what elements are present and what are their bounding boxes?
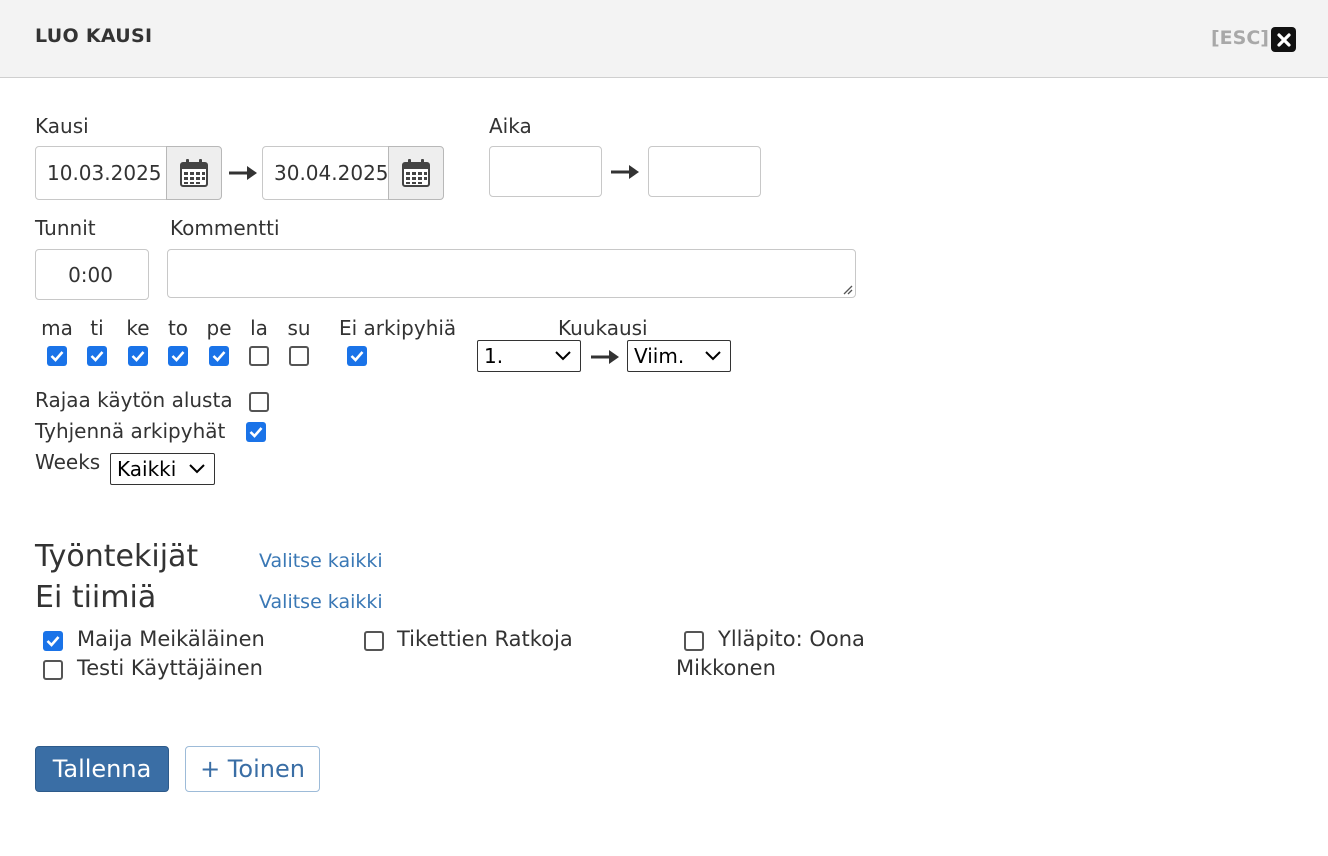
weeks-label: Weeks: [35, 450, 101, 474]
period-label: Kausi: [35, 114, 89, 138]
limit-start-checkbox[interactable]: [249, 392, 269, 412]
clear-holidays-checkbox[interactable]: [246, 422, 266, 442]
weekday-checkbox-to[interactable]: [168, 346, 188, 366]
employee-name-continued: Mikkonen: [676, 656, 776, 680]
month-label: Kuukausi: [558, 316, 648, 340]
save-button[interactable]: Tallenna: [35, 746, 169, 792]
month-to-value: Viim.: [634, 344, 685, 368]
employee-name: Tikettien Ratkoja: [397, 627, 573, 651]
weekday-label-to: to: [167, 316, 189, 340]
comment-label: Kommentti: [170, 216, 280, 240]
hours-label: Tunnit: [35, 216, 96, 240]
employees-heading: Työntekijät: [35, 539, 199, 574]
weekday-label-ma: ma: [41, 316, 73, 340]
month-from-select[interactable]: 1.: [477, 340, 581, 372]
employee-checkbox[interactable]: [43, 660, 63, 680]
arrow-right-icon: [229, 166, 257, 180]
weekday-checkbox-su[interactable]: [289, 346, 309, 366]
no-holidays-checkbox[interactable]: [347, 346, 367, 366]
checkmark-icon: [46, 636, 60, 647]
checkmark-icon: [131, 351, 145, 362]
employee-checkbox[interactable]: [364, 631, 384, 651]
start-date-value: 10.03.2025: [47, 161, 162, 185]
time-label: Aika: [489, 114, 532, 138]
close-icon: [1276, 32, 1291, 47]
month-from-value: 1.: [484, 344, 504, 368]
weekday-label-ke: ke: [126, 316, 150, 340]
no-holidays-label: Ei arkipyhiä: [339, 316, 457, 340]
checkmark-icon: [90, 351, 104, 362]
close-button[interactable]: [1271, 27, 1296, 52]
start-date-input[interactable]: 10.03.2025: [35, 146, 171, 200]
dialog-title: LUO KAUSI: [35, 25, 153, 47]
end-date-input[interactable]: 30.04.2025: [262, 146, 394, 200]
weekday-label-la: la: [250, 316, 268, 340]
weekday-checkbox-la[interactable]: [249, 346, 269, 366]
weekday-checkbox-ti[interactable]: [87, 346, 107, 366]
end-date-value: 30.04.2025: [274, 161, 389, 185]
hours-value: 0:00: [68, 263, 113, 287]
esc-hint: [ESC]: [1211, 27, 1269, 49]
chevron-down-icon: [705, 351, 721, 361]
hours-input[interactable]: 0:00: [35, 249, 149, 300]
employee-name: Ylläpito: Oona: [718, 627, 865, 651]
weeks-select[interactable]: Kaikki: [110, 453, 215, 485]
calendar-icon: [402, 159, 430, 187]
checkmark-icon: [171, 351, 185, 362]
end-time-input[interactable]: [648, 146, 761, 197]
employee-name: Maija Meikäläinen: [77, 627, 265, 651]
limit-start-label: Rajaa käytön alusta: [35, 388, 233, 412]
select-all-team-link[interactable]: Valitse kaikki: [259, 591, 383, 613]
arrow-right-icon: [591, 350, 619, 364]
comment-textarea[interactable]: [167, 249, 856, 298]
calendar-icon: [180, 159, 208, 187]
checkmark-icon: [212, 351, 226, 362]
checkmark-icon: [249, 427, 263, 438]
employee-checkbox[interactable]: [684, 631, 704, 651]
chevron-down-icon: [555, 351, 571, 361]
arrow-right-icon: [611, 165, 639, 179]
team-heading: Ei tiimiä: [35, 580, 157, 615]
weekday-label-su: su: [287, 316, 311, 340]
month-to-select[interactable]: Viim.: [627, 340, 731, 372]
checkmark-icon: [350, 351, 364, 362]
end-date-calendar-button[interactable]: [388, 146, 444, 200]
start-time-input[interactable]: [489, 146, 602, 197]
employee-name: Testi Käyttäjäinen: [77, 656, 263, 680]
employee-checkbox[interactable]: [43, 631, 63, 651]
weekday-label-pe: pe: [206, 316, 232, 340]
add-another-button[interactable]: + Toinen: [185, 746, 320, 792]
weekday-label-ti: ti: [90, 316, 104, 340]
weekday-checkbox-ke[interactable]: [128, 346, 148, 366]
weekday-checkbox-ma[interactable]: [47, 346, 67, 366]
clear-holidays-label: Tyhjennä arkipyhät: [35, 419, 226, 443]
dialog-header: [0, 0, 1328, 78]
resize-handle-icon[interactable]: [841, 283, 853, 295]
select-all-employees-link[interactable]: Valitse kaikki: [259, 550, 383, 572]
weeks-value: Kaikki: [117, 457, 177, 481]
checkmark-icon: [50, 351, 64, 362]
start-date-calendar-button[interactable]: [166, 146, 222, 200]
chevron-down-icon: [189, 464, 205, 474]
weekday-checkbox-pe[interactable]: [209, 346, 229, 366]
